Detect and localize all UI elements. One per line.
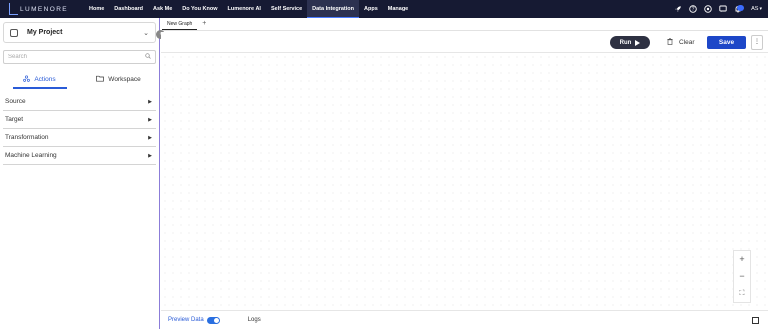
help-icon[interactable]: ? [689, 5, 697, 13]
brand-name: LUMENORE [20, 5, 69, 13]
fit-view-icon[interactable]: ⛶ [733, 285, 751, 302]
preview-data-control[interactable]: Preview Data [168, 316, 220, 324]
graph-tab-bar: New Graph + [161, 18, 768, 31]
svg-text:?: ? [692, 7, 695, 13]
caret-right-icon: ▶ [148, 98, 152, 105]
logo-mark-icon [9, 3, 18, 15]
more-options-icon[interactable]: ⋮ [751, 35, 763, 50]
trash-icon [667, 38, 673, 47]
zoom-out-button[interactable]: − [733, 268, 751, 285]
chat-icon[interactable] [704, 5, 712, 13]
graph-tab-new-graph[interactable]: New Graph [162, 18, 198, 30]
action-sections: Source ▶ Target ▶ Transformation ▶ Machi… [3, 93, 156, 165]
actions-icon [23, 75, 31, 84]
section-transformation[interactable]: Transformation ▶ [3, 129, 156, 147]
preview-data-label: Preview Data [168, 317, 204, 323]
left-panel: My Project ⌄ Actions Workspace Source ▶ … [0, 18, 160, 329]
preview-data-toggle[interactable] [206, 316, 220, 324]
search-box [3, 50, 156, 64]
section-label: Transformation [5, 134, 49, 141]
project-selector[interactable]: My Project ⌄ [3, 22, 156, 43]
section-target[interactable]: Target ▶ [3, 111, 156, 129]
save-button[interactable]: Save [707, 36, 746, 49]
section-source[interactable]: Source ▶ [3, 93, 156, 111]
chevron-down-icon: ⌄ [143, 29, 149, 37]
section-label: Target [5, 116, 24, 123]
graph-canvas[interactable]: + − ⛶ [161, 53, 768, 308]
search-input[interactable] [8, 54, 145, 60]
clear-label: Clear [679, 39, 695, 46]
user-menu[interactable]: AS ▾ [751, 6, 762, 12]
nav-item-lumenore-ai[interactable]: Lumenore AI [223, 0, 266, 18]
main-nav: Home Dashboard Ask Me Do You Know Lumeno… [84, 0, 413, 18]
project-title: My Project [27, 29, 63, 36]
logs-tab[interactable]: Logs [248, 317, 261, 323]
brand-logo[interactable]: LUMENORE [0, 0, 78, 18]
caret-right-icon: ▶ [148, 152, 152, 159]
rocket-icon[interactable] [674, 5, 682, 13]
nav-item-dashboard[interactable]: Dashboard [109, 0, 148, 18]
active-tab-indicator [13, 87, 67, 89]
graph-toolbar: Run Clear Save ⋮ [161, 32, 768, 53]
section-machine-learning[interactable]: Machine Learning ▶ [3, 147, 156, 165]
top-icon-group: ? AS ▾ [674, 0, 762, 18]
tab-workspace-label: Workspace [108, 76, 141, 83]
nav-item-data-integration[interactable]: Data Integration [307, 0, 360, 18]
zoom-controls: + − ⛶ [733, 250, 751, 303]
message-icon[interactable] [719, 5, 727, 13]
folder-icon [96, 75, 105, 84]
graph-workspace: New Graph + ‹ Run Clear Save ⋮ + − ⛶ Pre… [156, 18, 768, 329]
run-button[interactable]: Run [610, 36, 650, 49]
caret-right-icon: ▶ [148, 116, 152, 123]
top-navbar: LUMENORE Home Dashboard Ask Me Do You Kn… [0, 0, 768, 18]
nav-item-home[interactable]: Home [84, 0, 109, 18]
play-icon [635, 39, 641, 46]
clear-button[interactable]: Clear [667, 36, 695, 49]
zoom-in-button[interactable]: + [733, 251, 751, 268]
nav-item-manage[interactable]: Manage [383, 0, 413, 18]
nav-item-ask-me[interactable]: Ask Me [148, 0, 177, 18]
search-icon[interactable] [145, 53, 151, 61]
section-label: Source [5, 98, 26, 105]
nav-item-apps[interactable]: Apps [359, 0, 383, 18]
notification-badge [737, 4, 745, 11]
nav-item-do-you-know[interactable]: Do You Know [177, 0, 222, 18]
caret-right-icon: ▶ [148, 134, 152, 141]
tab-actions-label: Actions [34, 76, 56, 83]
user-initials: AS [751, 6, 759, 12]
add-graph-tab-button[interactable]: + [202, 18, 206, 30]
project-icon [10, 28, 18, 37]
tab-workspace[interactable]: Workspace [79, 70, 158, 89]
section-label: Machine Learning [5, 152, 57, 159]
run-label: Run [619, 39, 632, 46]
chevron-down-icon: ▾ [759, 6, 762, 12]
bottom-panel-bar: Preview Data Logs [161, 310, 768, 329]
maximize-icon[interactable] [752, 317, 759, 324]
nav-item-self-service[interactable]: Self Service [266, 0, 307, 18]
